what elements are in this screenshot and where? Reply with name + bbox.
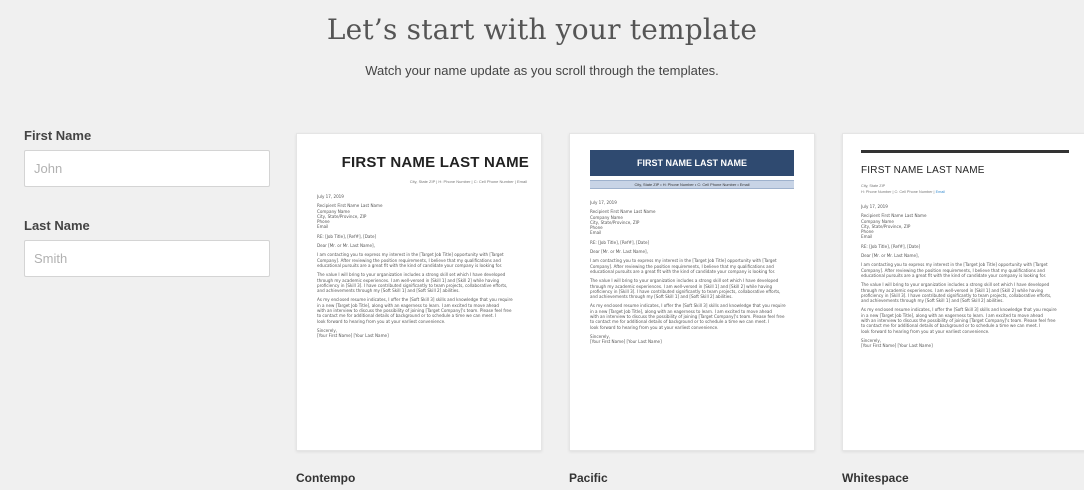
- template-label-whitespace[interactable]: Whitespace: [842, 471, 909, 485]
- template-contact-line: H: Phone Number | C: Cell Phone Number |…: [861, 190, 945, 194]
- letter-paragraph: The value I will bring to your organizat…: [317, 272, 521, 293]
- template-name-heading: FIRST NAME LAST NAME: [341, 154, 529, 171]
- letter-paragraph-line: look forward to hearing from you at your…: [590, 324, 719, 330]
- header-rule: [861, 150, 1069, 153]
- letter-paragraph-line: look forward to hearing from you at your…: [317, 318, 446, 324]
- last-name-input[interactable]: [24, 240, 270, 277]
- template-label-pacific[interactable]: Pacific: [569, 471, 608, 485]
- template-contact-line: City, State ZIP | H: Phone Number | C: C…: [409, 179, 527, 184]
- letter-paragraph-line: I am contacting you to express my intere…: [590, 258, 777, 264]
- template-name-banner: FIRST NAME LAST NAME: [590, 150, 794, 176]
- letter-signature: [Your First Name] [Your Last Name]: [317, 333, 389, 339]
- letter-paragraph: As my enclosed resume indicates, I offer…: [861, 307, 1069, 333]
- letter-paragraph-line: look forward to hearing from you at your…: [861, 328, 990, 334]
- template-contact-bar: City, State ZIP • H: Phone Number • C: C…: [590, 180, 794, 189]
- template-card-contempo[interactable]: FIRST NAME LAST NAME City, State ZIP | H…: [296, 133, 542, 451]
- page-header: Let’s start with your template Watch you…: [0, 0, 1084, 95]
- template-email: Email: [935, 190, 946, 194]
- letter-paragraph-line: educational pursuits are a great fit wit…: [317, 262, 503, 268]
- letter-paragraph: I am contacting you to express my intere…: [861, 262, 1069, 278]
- letter-paragraph-line: As my enclosed resume indicates, I offer…: [317, 297, 513, 303]
- template-name-heading: FIRST NAME LAST NAME: [861, 165, 985, 176]
- letter-signature: [Your First Name] [Your Last Name]: [861, 343, 933, 349]
- template-contact-line: City, State ZIP: [861, 184, 886, 188]
- letter-paragraph-line: educational pursuits are a great fit wit…: [590, 268, 776, 274]
- template-phone-line: H: Phone Number | C: Cell Phone Number |: [861, 190, 936, 194]
- letter-paragraph-line: The value I will bring to your organizat…: [590, 278, 779, 284]
- page-subtitle: Watch your name update as you scroll thr…: [365, 63, 719, 78]
- page-title: Let’s start with your template: [326, 13, 758, 46]
- letter-paragraph: As my enclosed resume indicates, I offer…: [317, 297, 521, 323]
- letter-paragraph: The value I will bring to your organizat…: [590, 278, 794, 299]
- letter-paragraph-line: As my enclosed resume indicates, I offer…: [590, 303, 786, 309]
- letter-body: July 17, 2019 Recipient First Name Last N…: [590, 200, 794, 345]
- last-name-label: Last Name: [24, 218, 90, 233]
- letter-paragraph-line: The value I will bring to your organizat…: [861, 282, 1050, 288]
- letter-paragraph-line: and achievements through my [Soft Skill …: [861, 298, 1004, 304]
- letter-paragraph: I am contacting you to express my intere…: [590, 258, 794, 274]
- letter-paragraph-line: I am contacting you to express my intere…: [861, 262, 1048, 268]
- letter-paragraph-line: to contact me for additional details of …: [317, 313, 497, 319]
- template-label-contempo[interactable]: Contempo: [296, 471, 355, 485]
- letter-body: July 17, 2019 Recipient First Name Last N…: [861, 204, 1069, 349]
- letter-paragraph: As my enclosed resume indicates, I offer…: [590, 303, 794, 329]
- letter-paragraph-line: to contact me for additional details of …: [590, 319, 770, 325]
- letter-paragraph: The value I will bring to your organizat…: [861, 282, 1069, 303]
- name-form: First Name Last Name: [24, 128, 270, 277]
- letter-paragraph-line: I am contacting you to express my intere…: [317, 252, 504, 258]
- letter-paragraph-line: to contact me for additional details of …: [861, 323, 1041, 329]
- first-name-label: First Name: [24, 128, 92, 143]
- letter-paragraph-line: and achievements through my [Soft Skill …: [317, 288, 460, 294]
- template-card-pacific[interactable]: FIRST NAME LAST NAME City, State ZIP • H…: [569, 133, 815, 451]
- letter-signature: [Your First Name] [Your Last Name]: [590, 339, 662, 345]
- letter-paragraph: I am contacting you to express my intere…: [317, 252, 521, 268]
- letter-paragraph-line: and achievements through my [Soft Skill …: [590, 294, 733, 300]
- first-name-input[interactable]: [24, 150, 270, 187]
- letter-body: July 17, 2019 Recipient First Name Last N…: [317, 194, 521, 339]
- letter-paragraph-line: The value I will bring to your organizat…: [317, 272, 506, 278]
- letter-paragraph-line: educational pursuits are a great fit wit…: [861, 272, 1047, 278]
- letter-paragraph-line: As my enclosed resume indicates, I offer…: [861, 307, 1057, 313]
- template-card-whitespace[interactable]: FIRST NAME LAST NAME City, State ZIP H: …: [842, 133, 1084, 451]
